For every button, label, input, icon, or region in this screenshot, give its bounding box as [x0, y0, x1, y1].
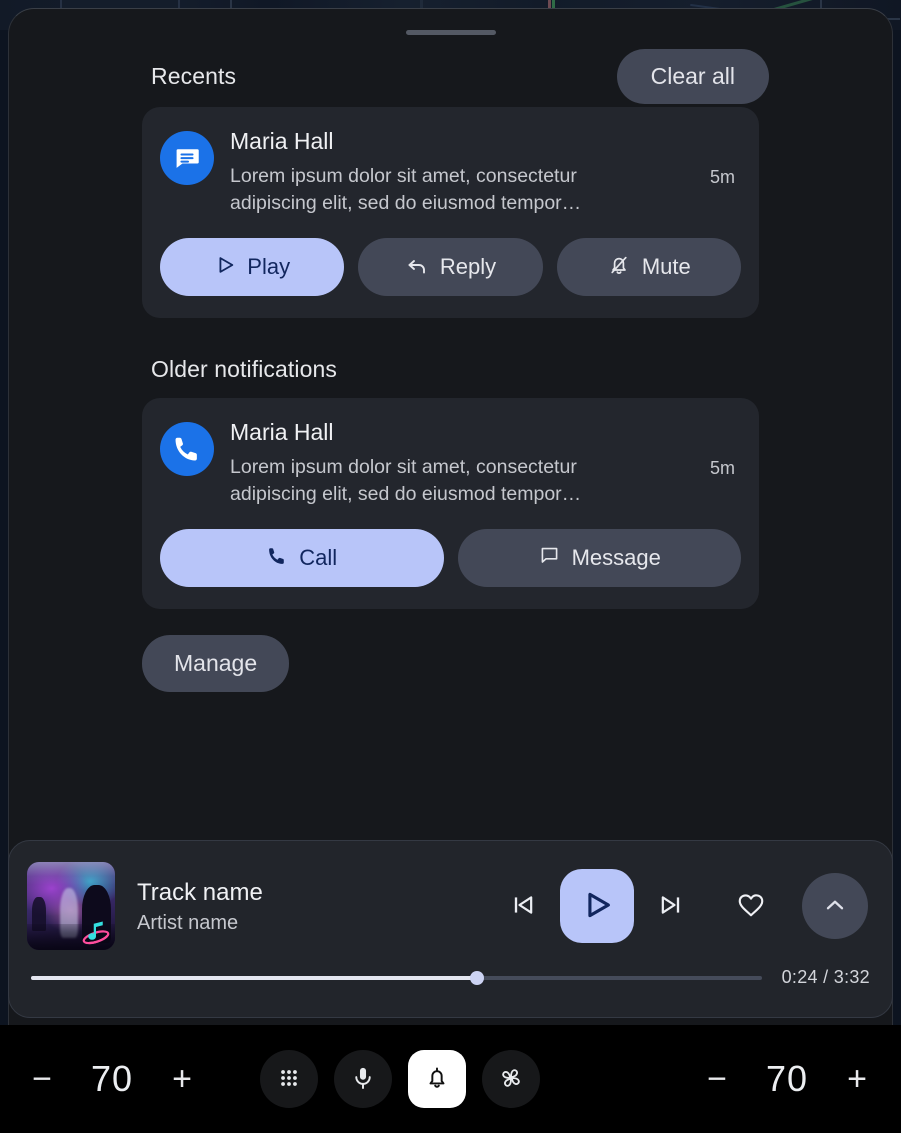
- play-button[interactable]: [560, 869, 634, 943]
- music-note-logo: [82, 921, 110, 945]
- reply-button-label: Reply: [439, 253, 497, 279]
- notifications-button[interactable]: [408, 1050, 466, 1108]
- reply-icon: [405, 253, 429, 281]
- right-volume-decrease-button[interactable]: −: [697, 1059, 737, 1099]
- assistant-button[interactable]: [334, 1050, 392, 1108]
- reply-button[interactable]: Reply: [358, 237, 543, 296]
- message-button-label: Message: [571, 544, 661, 570]
- play-button-label: Play: [247, 253, 291, 279]
- media-time-label: 0:24 / 3:32: [781, 967, 870, 987]
- previous-track-button[interactable]: [492, 875, 554, 937]
- play-icon: [214, 254, 236, 280]
- expand-button[interactable]: [802, 873, 868, 939]
- chevron-up-icon: [822, 892, 848, 921]
- notification-header: Maria Hall Lorem ipsum dolor sit amet, c…: [160, 418, 741, 509]
- notification-text: Maria Hall Lorem ipsum dolor sit amet, c…: [230, 418, 694, 509]
- older-section-header: Older notifications: [9, 342, 892, 398]
- right-volume-group: − 70 +: [641, 1058, 901, 1100]
- call-button[interactable]: Call: [160, 528, 444, 587]
- notification-card[interactable]: Maria Hall Lorem ipsum dolor sit amet, c…: [142, 397, 759, 609]
- notification-timestamp: 5m: [709, 167, 735, 187]
- section-title-recents: Recents: [151, 62, 237, 89]
- nav-center-buttons: [260, 1050, 540, 1108]
- bell-icon: [424, 1065, 450, 1094]
- left-volume-decrease-button[interactable]: −: [22, 1059, 62, 1099]
- bell-off-icon: [607, 253, 631, 281]
- media-metadata: Track name Artist name: [137, 878, 492, 935]
- artist-name: Artist name: [137, 911, 239, 934]
- right-volume-increase-button[interactable]: +: [837, 1059, 877, 1099]
- microphone-icon: [350, 1065, 376, 1094]
- heart-icon: [736, 890, 766, 923]
- mute-button[interactable]: Mute: [556, 237, 741, 296]
- media-controls: [492, 869, 874, 943]
- fan-icon: [498, 1065, 524, 1094]
- media-player: Track name Artist name 0:24 / 3:32: [8, 840, 893, 1018]
- favorite-button[interactable]: [716, 871, 786, 941]
- notification-actions: Play Reply Mute: [160, 237, 741, 296]
- left-volume-group: − 70 +: [0, 1058, 260, 1100]
- progress-thumb[interactable]: [469, 970, 484, 985]
- climate-button[interactable]: [482, 1050, 540, 1108]
- message-icon: [538, 544, 561, 571]
- media-progress-row: 0:24 / 3:32: [9, 967, 892, 988]
- notification-title: Maria Hall: [230, 418, 334, 445]
- notification-title: Maria Hall: [230, 128, 334, 154]
- phone-icon: [266, 545, 288, 571]
- notification-actions: Call Message: [160, 528, 741, 587]
- right-volume-value: 70: [765, 1058, 809, 1099]
- media-player-top: Track name Artist name: [9, 841, 892, 953]
- skip-previous-icon: [509, 891, 537, 922]
- notification-header: Maria Hall Lorem ipsum dolor sit amet, c…: [160, 127, 741, 218]
- notification-text: Maria Hall Lorem ipsum dolor sit amet, c…: [230, 127, 694, 218]
- mute-button-label: Mute: [641, 253, 691, 279]
- notification-body: Lorem ipsum dolor sit amet, consectetur …: [230, 164, 582, 215]
- album-art[interactable]: [27, 862, 115, 950]
- play-button[interactable]: Play: [160, 237, 345, 296]
- clear-all-button[interactable]: Clear all: [616, 48, 769, 104]
- next-track-button[interactable]: [640, 875, 702, 937]
- left-volume-value: 70: [90, 1058, 134, 1099]
- skip-next-icon: [657, 891, 685, 922]
- bottom-nav-bar: − 70 + − 70 +: [0, 1025, 901, 1133]
- call-button-label: Call: [299, 544, 338, 570]
- phone-icon: [160, 421, 214, 476]
- apps-grid-button[interactable]: [260, 1050, 318, 1108]
- progress-fill: [31, 975, 477, 980]
- play-icon: [580, 888, 614, 925]
- notification-card[interactable]: Maria Hall Lorem ipsum dolor sit amet, c…: [142, 107, 759, 318]
- manage-button[interactable]: Manage: [142, 634, 290, 692]
- notification-timestamp: 5m: [709, 457, 735, 478]
- recents-section-header: Recents Clear all: [9, 45, 892, 107]
- left-volume-increase-button[interactable]: +: [162, 1059, 202, 1099]
- drag-handle[interactable]: [405, 30, 496, 35]
- messages-icon: [160, 131, 214, 185]
- screen: Recents Clear all Maria Hall Lorem ipsum…: [0, 0, 901, 1133]
- progress-slider[interactable]: [31, 968, 762, 988]
- track-name: Track name: [137, 878, 263, 906]
- notification-body: Lorem ipsum dolor sit amet, consectetur …: [230, 455, 582, 506]
- section-title-older: Older notifications: [151, 356, 337, 383]
- apps-grid-icon: [276, 1065, 302, 1094]
- message-button[interactable]: Message: [457, 528, 741, 587]
